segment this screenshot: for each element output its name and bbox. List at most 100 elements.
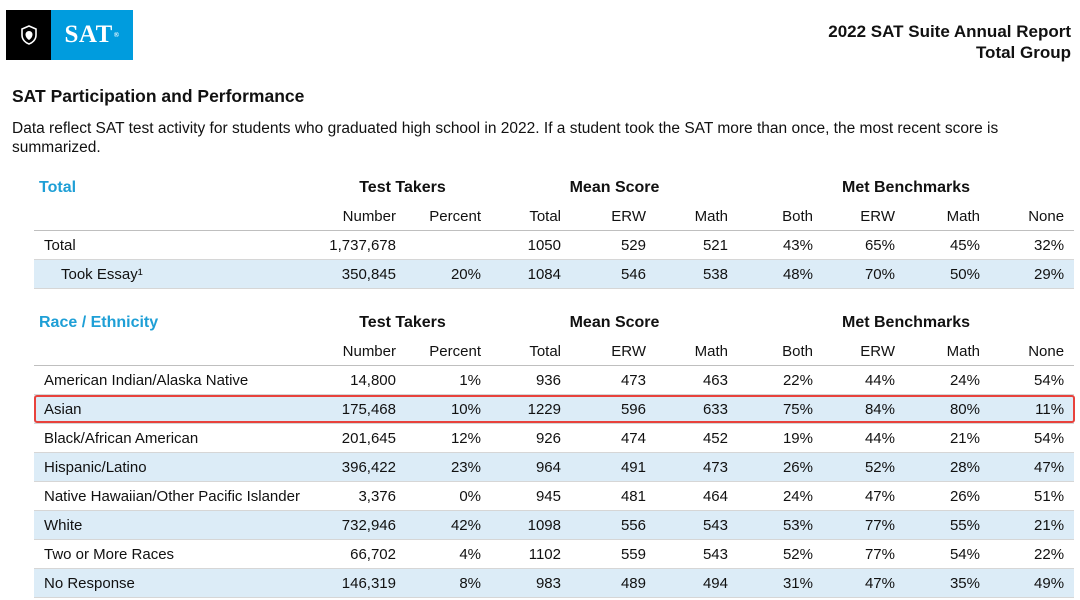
table-cell: 45% [905,230,990,260]
group-mean-score: Mean Score [569,314,660,331]
table-cell: 12% [406,423,491,453]
group-header-row: Race / Ethnicity Test Takers Mean Score … [34,309,1074,337]
table-cell: 22% [990,539,1075,569]
table-cell: 48% [738,259,823,289]
table-cell: 521 [656,230,738,260]
table-cell: 77% [823,539,905,569]
column-header: Number [314,202,406,231]
table-row: Black/African American 201,645 12% 926 474 45… [34,423,1075,453]
table-cell: 11% [990,394,1075,424]
column-header: Both [738,202,823,231]
group-header-row: Total Test Takers Mean Score Met Benchma… [34,174,1074,202]
table-cell: 489 [571,568,656,598]
description-text: Data reflect SAT test activity for stude… [12,120,999,156]
table-cell: 201,645 [314,423,406,453]
table-cell: 28% [905,452,990,482]
acorn-shield-icon [6,10,51,60]
table-cell: 494 [656,568,738,598]
column-header: ERW [823,202,905,231]
table-cell: 1102 [491,539,571,569]
table-cell: 983 [491,568,571,598]
column-header: Total [491,202,571,231]
table-cell: 49% [990,568,1075,598]
row-label: Hispanic/Latino [34,452,314,482]
table-cell: 54% [990,365,1075,395]
table-cell: 529 [571,230,656,260]
table-cell: 44% [823,365,905,395]
race-section-title: Race / Ethnicity [39,314,159,331]
table-cell: 146,319 [314,568,406,598]
table-cell: 473 [656,452,738,482]
table-cell: 42% [406,510,491,540]
table-cell: 1229 [491,394,571,424]
row-label: Black/African American [34,423,314,453]
table-cell: 75% [738,394,823,424]
column-header: Percent [406,202,491,231]
table-cell: 538 [656,259,738,289]
table-row: American Indian/Alaska Native 14,800 1% 936… [34,365,1075,395]
table-cell: 464 [656,481,738,511]
column-header: ERW [823,337,905,366]
row-label: No Response [34,568,314,598]
column-header: None [990,337,1075,366]
registered-mark: ® [113,31,120,39]
table-cell: 23% [406,452,491,482]
table-cell: 51% [990,481,1075,511]
table-cell: 543 [656,510,738,540]
table-cell: 556 [571,510,656,540]
table-cell: 546 [571,259,656,289]
table-cell: 77% [823,510,905,540]
row-label: American Indian/Alaska Native [34,365,314,395]
table-cell: 543 [656,539,738,569]
table-cell: 32% [990,230,1075,260]
column-header: ERW [571,337,656,366]
table-cell: 31% [738,568,823,598]
column-header: Both [738,337,823,366]
table-cell: 491 [571,452,656,482]
table-cell: 175,468 [314,394,406,424]
column-header-blank [34,337,314,366]
table-cell: 633 [656,394,738,424]
column-header: Math [656,337,738,366]
group-test-takers: Test Takers [359,314,446,331]
column-header: Percent [406,337,491,366]
race-ethnicity-table: Race / Ethnicity Test Takers Mean Score … [34,309,1075,598]
table-cell: 26% [905,481,990,511]
table-cell: 473 [571,365,656,395]
table-cell: 3,376 [314,481,406,511]
table-cell: 47% [823,568,905,598]
column-header-row: Number Percent Total ERW Math Both ERW M… [34,337,1075,366]
table-cell: 55% [905,510,990,540]
table-cell: 22% [738,365,823,395]
column-header: Math [656,202,738,231]
column-header: None [990,202,1075,231]
table-cell: 54% [990,423,1075,453]
table-row: White 732,946 42% 1098 556 543 53% 77% 55% 21% [34,510,1075,540]
group-mean-score: Mean Score [569,179,660,196]
table-cell: 396,422 [314,452,406,482]
table-cell: 596 [571,394,656,424]
table-cell: 964 [491,452,571,482]
table-cell: 50% [905,259,990,289]
column-header: Math [905,337,990,366]
row-label: Total [34,230,314,260]
column-header: ERW [571,202,656,231]
table-row: Two or More Races 66,702 4% 1102 559 543 52% 77… [34,539,1075,569]
table-cell: 47% [990,452,1075,482]
table-row: Hispanic/Latino 396,422 23% 964 491 473 26% 52%… [34,452,1075,482]
row-label: Two or More Races [34,539,314,569]
column-header: Number [314,337,406,366]
row-label: Asian [34,394,314,424]
column-header-row: Number Percent Total ERW Math Both ERW M… [34,202,1075,231]
table-cell: 24% [738,481,823,511]
column-header-blank [34,202,314,231]
table-cell: 80% [905,394,990,424]
group-met-benchmarks: Met Benchmarks [842,314,971,331]
table-cell: 463 [656,365,738,395]
table-cell: 19% [738,423,823,453]
table-row: Native Hawaiian/Other Pacific Islander 3,… [34,481,1075,511]
table-cell: 52% [823,452,905,482]
table-cell: 1098 [491,510,571,540]
total-section-title: Total [39,179,77,196]
table-cell: 350,845 [314,259,406,289]
